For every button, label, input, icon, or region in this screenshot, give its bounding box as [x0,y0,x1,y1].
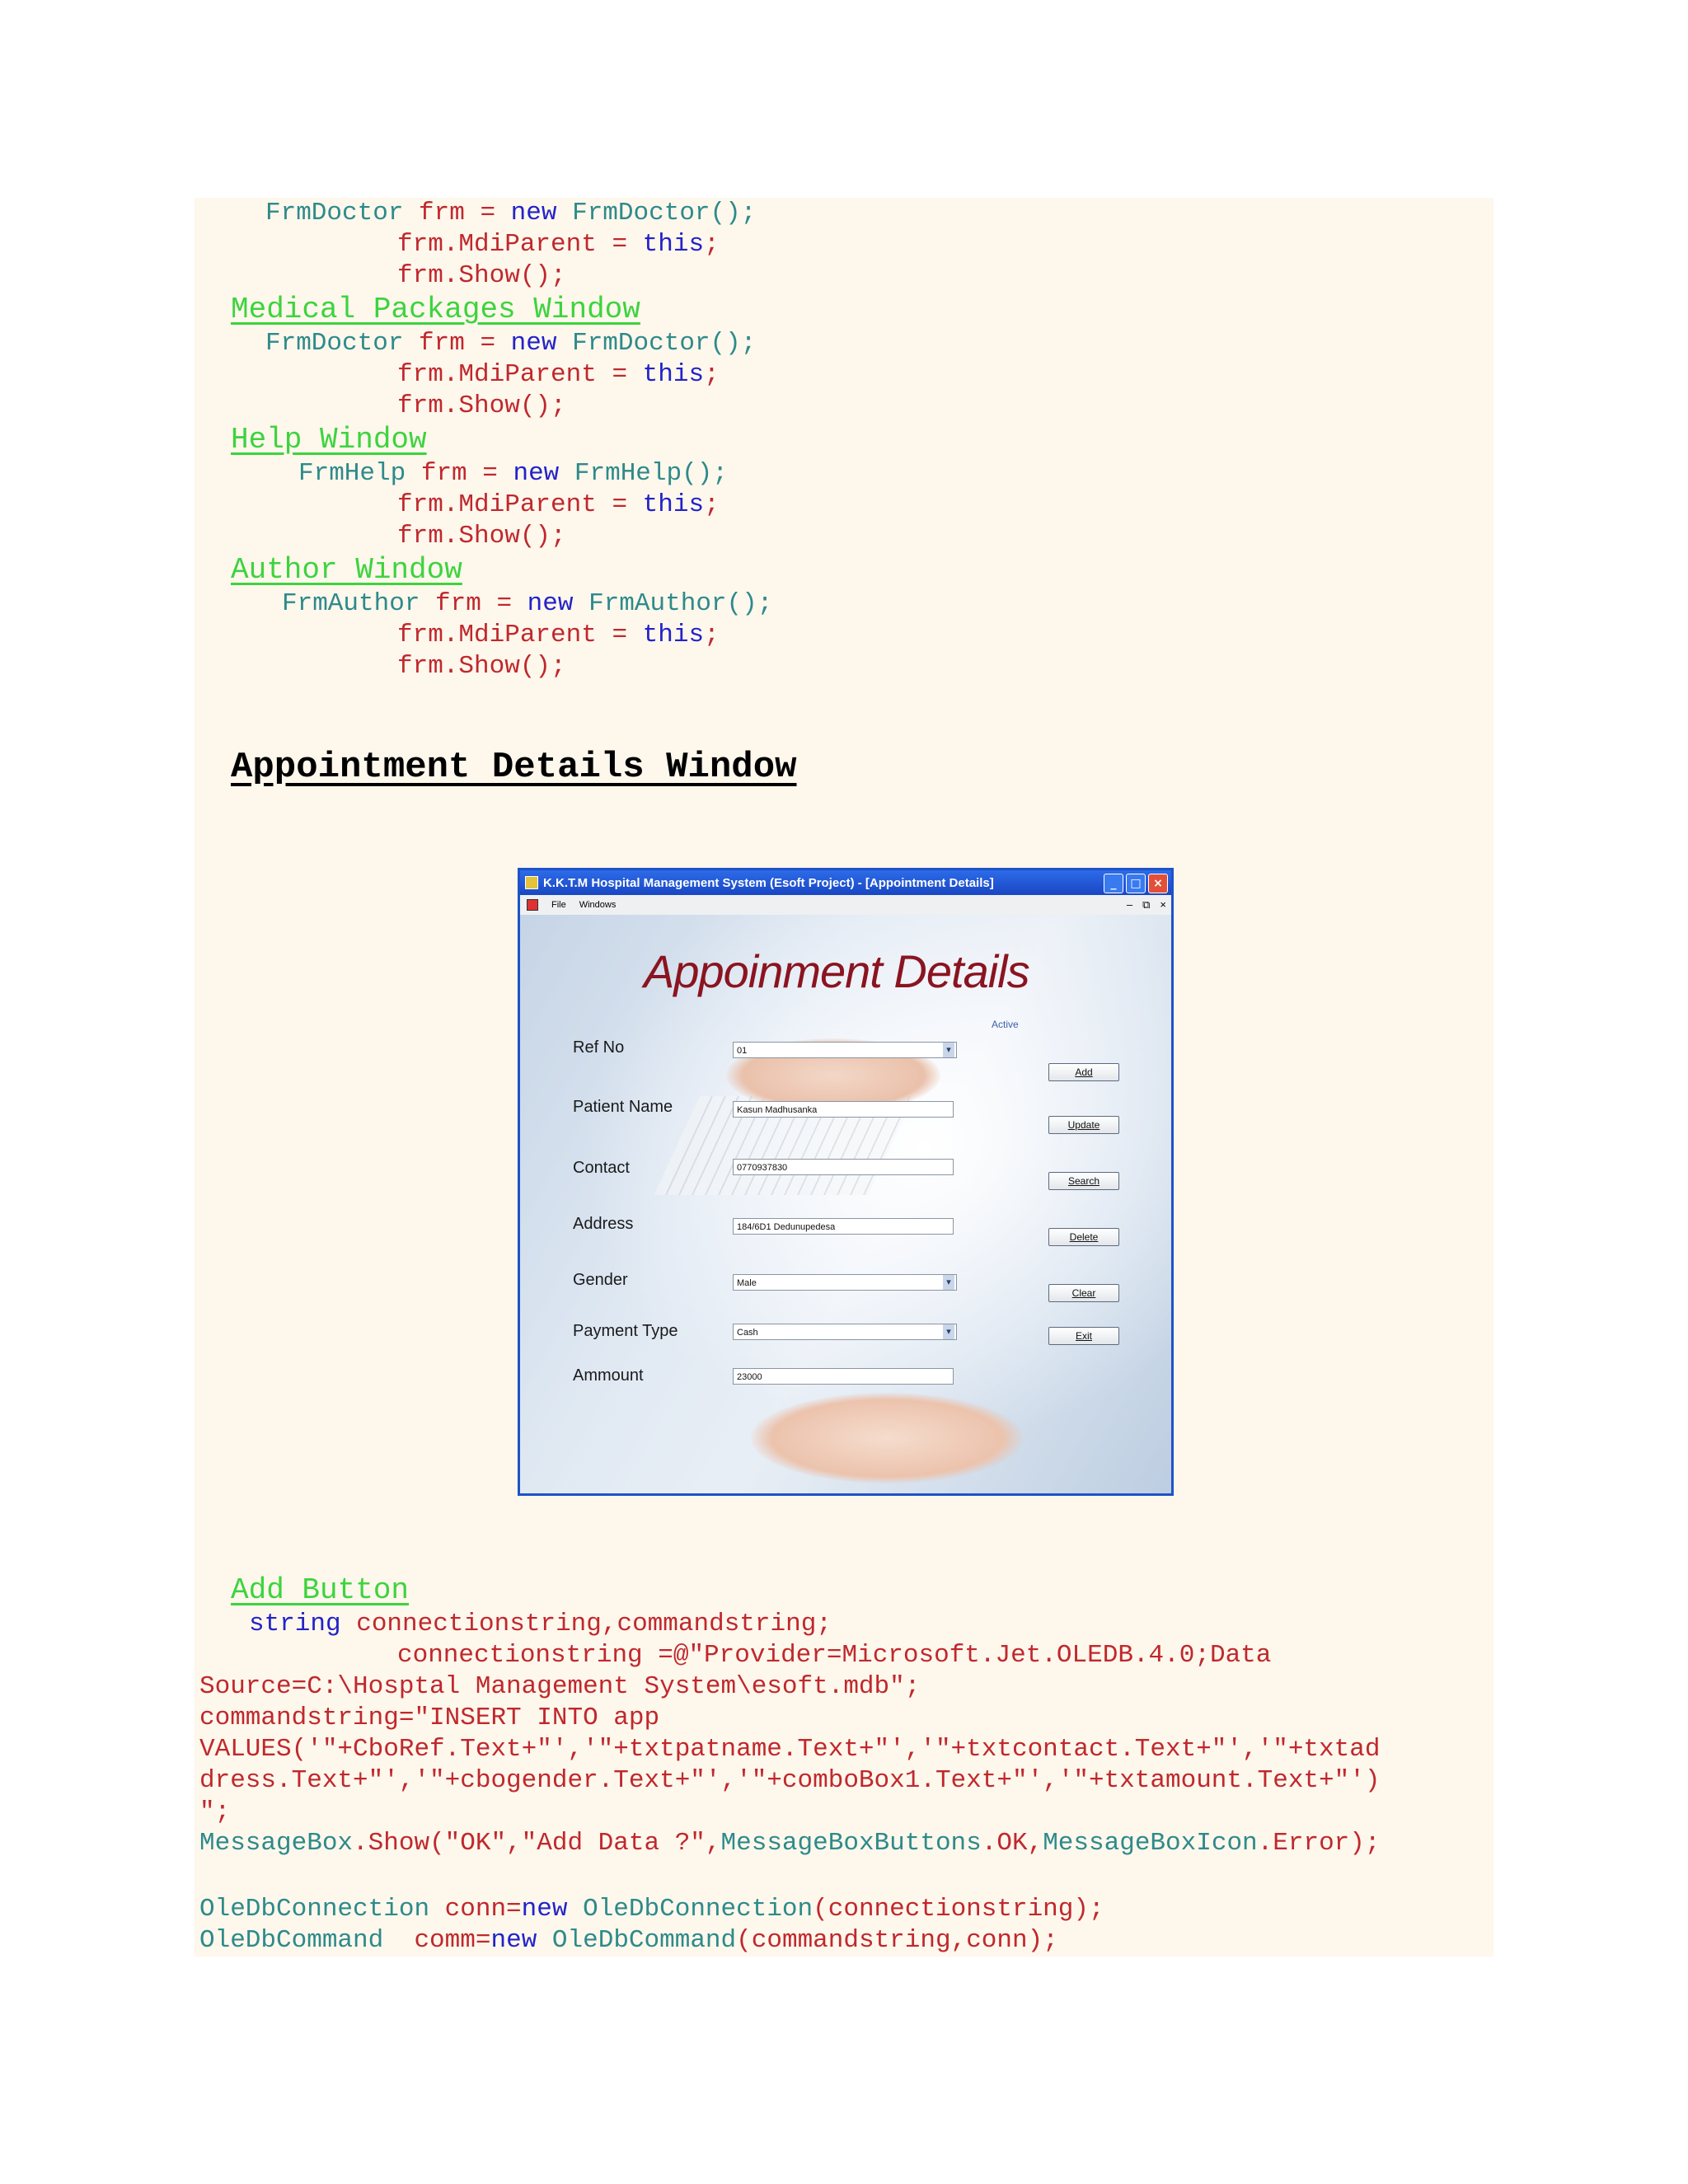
payment-type-combo[interactable]: Cash [733,1324,957,1340]
mdi-restore-icon[interactable]: ⧉ [1142,898,1150,912]
contact-label: Contact [573,1159,630,1177]
menu-file[interactable]: File [551,900,566,910]
help-window-link[interactable]: Help Window [231,424,427,457]
author-window-link[interactable]: Author Window [231,554,462,587]
code-line: frm.Show(); [397,391,566,420]
patient-name-input[interactable]: Kasun Madhusanka [733,1101,954,1118]
update-button[interactable]: Update [1048,1116,1119,1134]
close-icon[interactable]: × [1148,874,1168,893]
code-line: frm.MdiParent = this; [397,230,720,259]
amount-label: Ammount [573,1366,644,1385]
code-line: FrmHelp frm = new FrmHelp(); [298,459,728,488]
code-line: string connectionstring,commandstring; [249,1610,832,1638]
code-line: frm.Show(); [397,261,566,290]
code-line: FrmDoctor frm = new FrmDoctor(); [265,329,757,358]
code-line: MessageBox.Show("OK","Add Data ?",Messag… [199,1829,1381,1858]
code-line: connectionstring =@"Provider=Microsoft.J… [397,1641,1272,1670]
ref-no-label: Ref No [573,1038,625,1057]
code-line: frm.MdiParent = this; [397,621,720,649]
code-line: OleDbCommand comm=new OleDbCommand(comma… [199,1926,1058,1955]
amount-input[interactable]: 23000 [733,1368,954,1385]
code-line: frm.MdiParent = this; [397,360,720,389]
window-title: K.K.T.M Hospital Management System (Esof… [543,875,994,890]
minimize-icon[interactable]: _ [1104,874,1123,893]
ref-no-combo[interactable]: 01 [733,1042,957,1058]
code-line: FrmDoctor frm = new FrmDoctor(); [265,199,757,227]
app-icon [525,876,538,889]
code-line: OleDbConnection conn=new OleDbConnection… [199,1895,1104,1924]
payment-type-label: Payment Type [573,1322,678,1340]
medical-packages-link[interactable]: Medical Packages Window [231,293,640,326]
contact-input[interactable]: 0770937830 [733,1159,954,1175]
maximize-icon[interactable]: □ [1126,874,1146,893]
mdi-child-icon [527,899,538,911]
menu-windows[interactable]: Windows [579,900,617,910]
gender-label: Gender [573,1271,628,1289]
code-line: frm.Show(); [397,522,566,551]
add-button[interactable]: Add [1048,1063,1119,1081]
patient-name-label: Patient Name [573,1098,673,1116]
code-line: frm.MdiParent = this; [397,490,720,519]
code-line: commandstring="INSERT INTO app [199,1704,660,1732]
form-title: Appoinment Details [644,945,1030,997]
menu-bar: File Windows – ⧉ × [520,895,1171,916]
code-line: "; [199,1797,231,1826]
mdi-minimize-icon[interactable]: – [1127,898,1132,912]
address-label: Address [573,1215,634,1233]
delete-button[interactable]: Delete [1048,1228,1119,1246]
appointment-window-screenshot: K.K.T.M Hospital Management System (Esof… [518,868,1174,1496]
active-label: Active [992,1019,1019,1030]
address-input[interactable]: 184/6D1 Dedunupedesa [733,1218,954,1235]
code-line: VALUES('"+CboRef.Text+"','"+txtpatname.T… [199,1735,1381,1764]
form-client-area: Appoinment Details Active Ref No 01 Pati… [520,915,1171,1493]
hands-image [751,1393,1023,1483]
code-line: FrmAuthor frm = new FrmAuthor(); [282,589,773,618]
clear-button[interactable]: Clear [1048,1284,1119,1302]
code-line: frm.Show(); [397,652,566,681]
window-titlebar: K.K.T.M Hospital Management System (Esof… [520,870,1171,895]
section-heading: Appointment Details Window [231,747,797,788]
code-line: Source=C:\Hosptal Management System\esof… [199,1672,921,1701]
gender-combo[interactable]: Male [733,1274,957,1291]
code-line: dress.Text+"','"+cbogender.Text+"','"+co… [199,1766,1381,1795]
mdi-close-icon[interactable]: × [1160,898,1166,912]
search-button[interactable]: Search [1048,1172,1119,1190]
exit-button[interactable]: Exit [1048,1327,1119,1345]
add-button-link[interactable]: Add Button [231,1574,409,1607]
